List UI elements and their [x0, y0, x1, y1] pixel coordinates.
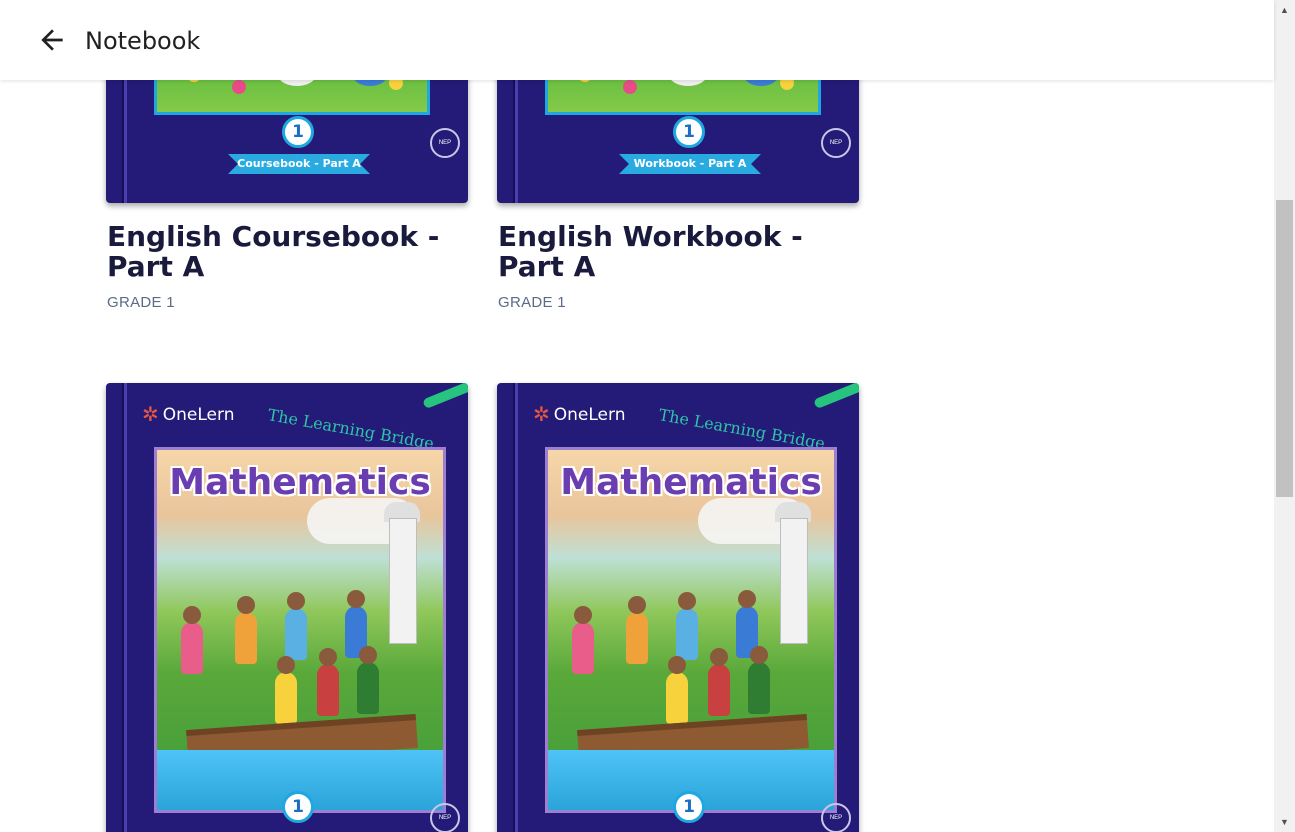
book-grid: 1 Coursebook - Part A NEP English Course… [0, 0, 1274, 832]
nep-badge: NEP [430, 128, 460, 158]
book-grade: GRADE 1 [498, 294, 566, 311]
tagline-stroke [813, 383, 859, 410]
book-title[interactable]: English Workbook - Part A [498, 222, 858, 282]
cover-ribbon: Workbook - Part A [619, 154, 761, 174]
scroll-up-arrow-icon[interactable]: ▲ [1274, 0, 1295, 20]
cover-tagline: The Learning Bridge [266, 405, 436, 454]
cover-illustration: Mathematics [545, 447, 837, 813]
grade-number-badge: 1 [673, 791, 705, 823]
onelern-logo: ✲ OneLern [533, 403, 625, 427]
nep-badge: NEP [821, 128, 851, 158]
back-button[interactable] [36, 24, 68, 56]
subject-title: Mathematics [560, 462, 822, 503]
tagline-stroke [422, 383, 468, 410]
book-grade: GRADE 1 [107, 294, 175, 311]
cover-illustration: Mathematics [154, 447, 446, 813]
app-header: Notebook [0, 0, 1274, 80]
book-cover[interactable]: ✲ OneLern The Learning Bridge Mathematic… [497, 383, 859, 832]
arrow-left-icon [41, 29, 63, 51]
cover-tagline: The Learning Bridge [657, 405, 827, 454]
cover-ribbon: Coursebook - Part A [228, 154, 370, 174]
brand-name: OneLern [162, 405, 235, 425]
cover-spine [513, 383, 518, 832]
brand-name: OneLern [553, 405, 626, 425]
onelern-logo-icon: ✲ [533, 404, 550, 426]
vertical-scrollbar[interactable]: ▲ ▼ [1274, 0, 1295, 832]
nep-badge: NEP [430, 803, 460, 832]
onelern-logo-icon: ✲ [142, 404, 159, 426]
scroll-thumb[interactable] [1276, 200, 1293, 497]
page-title: Notebook [85, 27, 201, 55]
scroll-down-arrow-icon[interactable]: ▼ [1274, 812, 1295, 832]
book-title[interactable]: English Coursebook - Part A [107, 222, 467, 282]
book-cover[interactable]: ✲ OneLern The Learning Bridge Mathematic… [106, 383, 468, 832]
subject-title: Mathematics [169, 462, 431, 503]
grade-number-badge: 1 [282, 791, 314, 823]
grade-number-badge: 1 [282, 116, 314, 148]
grade-number-badge: 1 [673, 116, 705, 148]
onelern-logo: ✲ OneLern [142, 403, 234, 427]
cover-spine [122, 383, 127, 832]
nep-badge: NEP [821, 803, 851, 832]
